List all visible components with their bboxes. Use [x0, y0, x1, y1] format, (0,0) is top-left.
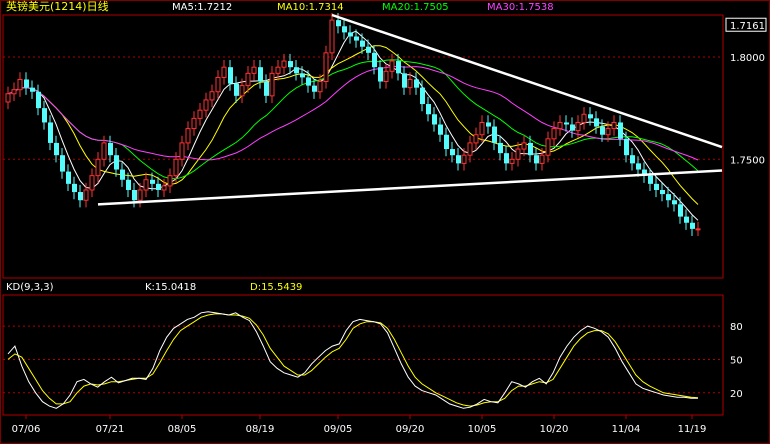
- kd-tick-label: 20: [730, 389, 743, 400]
- chart-frame: [0, 0, 770, 444]
- x-tick-label: 07/06: [12, 424, 41, 435]
- x-tick-label: 09/05: [324, 424, 353, 435]
- candle: [329, 12, 335, 61]
- x-tick-label: 10/05: [468, 424, 497, 435]
- chart-canvas: 1.8000 1.7500 1.7161 80 50 20 07/06 07/21 08/0…: [0, 0, 770, 444]
- x-tick-label: 09/20: [396, 424, 425, 435]
- kd-k-value: K:15.0418: [145, 282, 196, 293]
- x-tick-label: 11/19: [678, 424, 707, 435]
- x-tick-label: 11/04: [612, 424, 641, 435]
- kd-name: KD(9,3,3): [6, 282, 54, 293]
- x-tick-label: 08/19: [246, 424, 275, 435]
- ma5-legend: MA5:1.7212: [172, 2, 232, 13]
- kd-tick-label: 50: [730, 355, 743, 366]
- current-price-label: 1.7161: [730, 21, 765, 32]
- price-tick-label: 1.8000: [730, 53, 765, 64]
- x-tick-label: 10/20: [540, 424, 569, 435]
- kd-d-value: D:15.5439: [250, 282, 302, 293]
- price-tick-label: 1.7500: [730, 155, 765, 166]
- ma30-legend: MA30:1.7538: [487, 2, 554, 13]
- ma20-legend: MA20:1.7505: [382, 2, 449, 13]
- x-tick-label: 08/05: [168, 424, 197, 435]
- ma10-legend: MA10:1.7314: [277, 2, 344, 13]
- x-tick-label: 07/21: [96, 424, 125, 435]
- kd-tick-label: 80: [730, 322, 743, 333]
- chart-title: 英镑美元(1214)日线: [6, 0, 109, 13]
